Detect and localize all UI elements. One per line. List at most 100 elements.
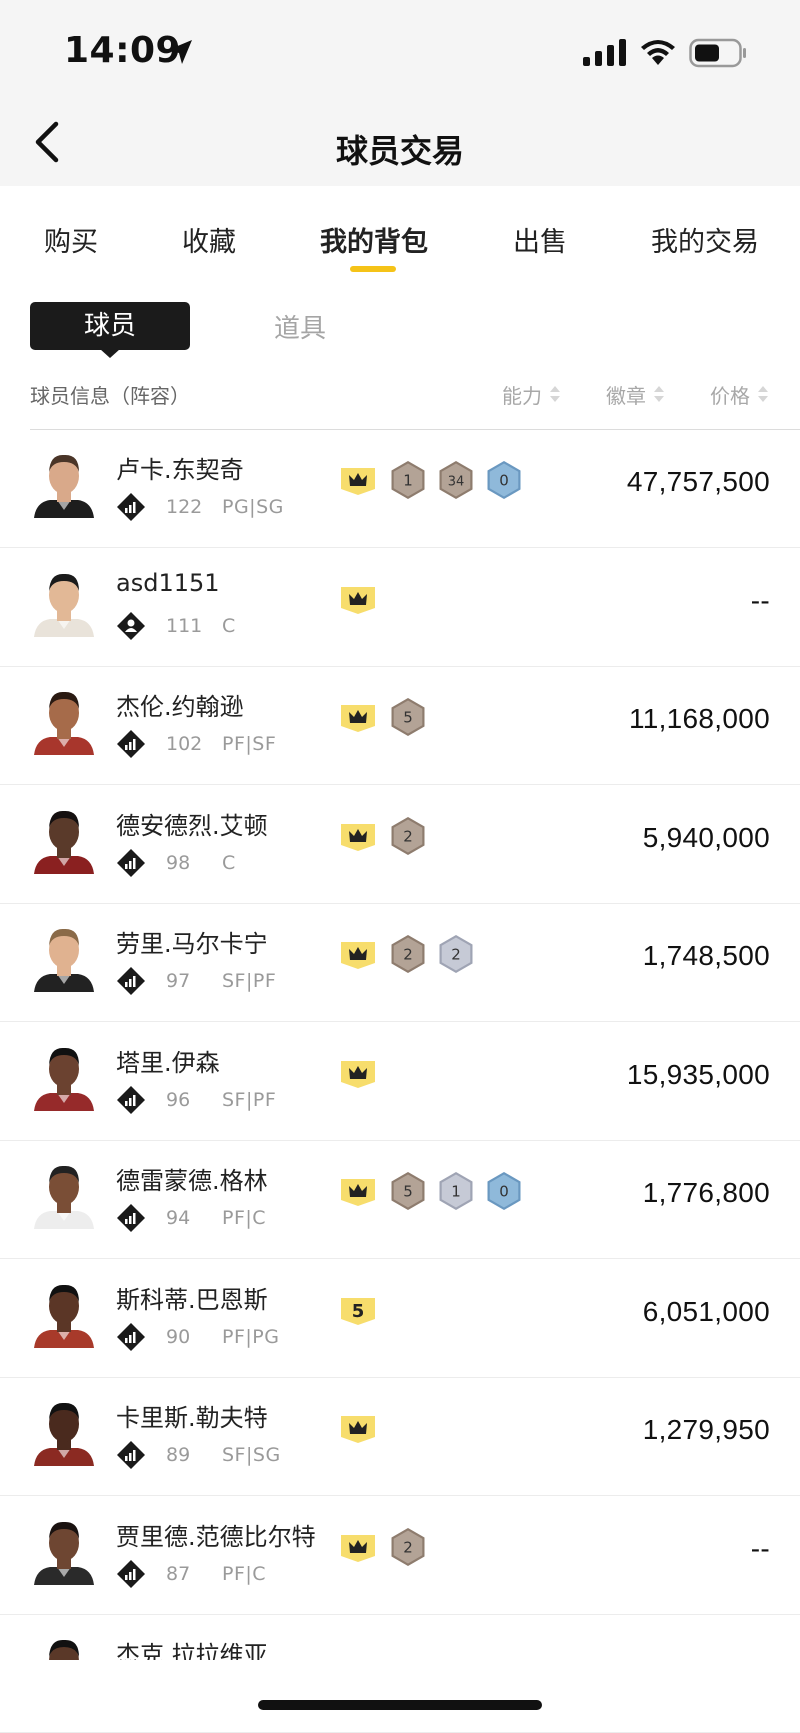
player-avatar <box>34 1284 94 1348</box>
player-row[interactable]: 贾里德.范德比尔特 87 PF|C 2 -- <box>0 1497 800 1615</box>
player-price: 47,757,500 <box>626 466 770 497</box>
player-name: 德安德烈.艾顿 <box>116 811 268 840</box>
tier-number-badge: 5 <box>341 1297 375 1325</box>
player-price: 11,168,000 <box>628 703 770 734</box>
person-icon <box>117 611 145 640</box>
active-tab-indicator <box>350 266 396 272</box>
crown-tier-icon <box>341 1534 375 1562</box>
silver-hex-badge: 1 <box>439 1172 473 1210</box>
crown-tier-icon <box>341 823 375 851</box>
player-avatar <box>34 810 94 874</box>
player-rating: 111 <box>166 614 203 637</box>
crown-tier-icon <box>341 1060 375 1088</box>
blue-hex-badge: 0 <box>487 461 521 499</box>
stats-icon <box>117 493 145 521</box>
player-avatar <box>34 691 94 755</box>
tab-buy[interactable]: 购买 <box>44 220 98 259</box>
stats-icon <box>117 1322 145 1351</box>
segment-items[interactable]: 道具 <box>274 308 326 345</box>
player-position: SF|PF <box>222 1088 277 1111</box>
player-position: PF|PG <box>222 1325 280 1348</box>
player-position: PF|SF <box>222 733 277 755</box>
stats-icon <box>117 1559 145 1588</box>
cellular-signal-icon <box>583 39 626 66</box>
player-position: PG|SG <box>222 496 284 518</box>
badge-count: 34 <box>448 475 465 490</box>
sort-price-icon[interactable] <box>757 384 769 404</box>
stats-icon <box>117 1441 145 1469</box>
player-row[interactable]: 德安德烈.艾顿 98 C 2 5,940,000 <box>0 786 800 904</box>
bronze-hex-badge: 2 <box>391 816 425 855</box>
battery-icon <box>689 38 746 68</box>
bronze-hex-badge: 34 <box>439 461 473 499</box>
stats-icon <box>117 848 145 877</box>
crown-tier-icon <box>341 1416 375 1443</box>
player-rating: 94 <box>166 1207 191 1229</box>
bronze-hex-badge: 1 <box>391 461 425 499</box>
player-rating: 98 <box>166 851 191 874</box>
tab-my-trades[interactable]: 我的交易 <box>651 220 759 259</box>
stats-icon <box>117 1085 145 1114</box>
player-price: 5,940,000 <box>642 821 770 853</box>
player-rating: 122 <box>166 496 203 518</box>
bronze-hex-badge: 2 <box>391 935 425 973</box>
player-name: asd1151 <box>116 568 220 597</box>
location-arrow-icon <box>168 40 192 64</box>
tab-bar: 购买 收藏 我的背包 出售 我的交易 <box>0 186 800 282</box>
tab-sell[interactable]: 出售 <box>513 220 567 259</box>
player-avatar <box>34 454 94 518</box>
player-rating: 89 <box>166 1444 191 1466</box>
player-avatar <box>34 1165 94 1229</box>
player-avatar <box>34 928 94 992</box>
svg-text:5: 5 <box>352 1301 365 1322</box>
player-price: -- <box>750 584 770 616</box>
player-row[interactable]: 卢卡.东契奇 122 PG|SG 1 34 0 47,757,500 <box>0 430 800 548</box>
player-price: 6,051,000 <box>642 1295 770 1327</box>
player-price: 1,748,500 <box>642 940 770 971</box>
badge-count: 2 <box>451 946 461 964</box>
badge-count: 2 <box>403 1538 413 1556</box>
player-name: 杰伦.约翰逊 <box>116 693 244 721</box>
sort-badge-icon[interactable] <box>653 384 665 404</box>
column-badge[interactable]: 徽章 <box>606 380 646 409</box>
blue-hex-badge: 0 <box>487 1172 521 1210</box>
crown-tier-icon <box>341 586 375 614</box>
player-name: 劳里.马尔卡宁 <box>116 930 268 958</box>
player-name: 斯科蒂.巴恩斯 <box>116 1285 268 1314</box>
home-indicator[interactable] <box>258 1700 542 1710</box>
page-title: 球员交易 <box>335 132 464 170</box>
header-area: 14:09 球员交易 <box>0 0 800 186</box>
player-price: 1,279,950 <box>642 1414 770 1445</box>
segment-pointer <box>100 349 120 358</box>
sort-ability-icon[interactable] <box>549 384 561 404</box>
badge-count: 2 <box>403 827 413 845</box>
player-avatar <box>34 573 94 637</box>
player-position: C <box>222 614 236 637</box>
badge-count: 0 <box>499 1183 509 1201</box>
column-ability[interactable]: 能力 <box>502 380 542 409</box>
player-row[interactable]: asd1151 111 C -- <box>0 549 800 667</box>
player-row[interactable]: 杰伦.约翰逊 102 PF|SF 5 11,168,000 <box>0 667 800 785</box>
player-name: 贾里德.范德比尔特 <box>116 1522 316 1551</box>
player-name: 德雷蒙德.格林 <box>116 1167 268 1195</box>
stats-icon <box>117 730 145 758</box>
player-row[interactable]: 斯科蒂.巴恩斯 90 PF|PG 5 6,051,000 <box>0 1260 800 1378</box>
player-row[interactable]: 德雷蒙德.格林 94 PF|C 5 1 0 1,776,800 <box>0 1141 800 1259</box>
tab-my-backpack[interactable]: 我的背包 <box>320 220 428 259</box>
player-price: -- <box>750 1532 770 1564</box>
crown-tier-icon <box>341 468 375 495</box>
player-name: 塔里.伊森 <box>116 1048 220 1077</box>
player-row[interactable]: 劳里.马尔卡宁 97 SF|PF 2 2 1,748,500 <box>0 904 800 1022</box>
segment-players[interactable]: 球员 <box>30 302 190 350</box>
player-row[interactable]: 卡里斯.勒夫特 89 SF|SG 1,279,950 <box>0 1378 800 1496</box>
player-name: 卢卡.东契奇 <box>116 456 244 484</box>
player-avatar <box>34 1047 94 1111</box>
player-row[interactable]: 塔里.伊森 96 SF|PF 15,935,000 <box>0 1023 800 1141</box>
player-rating: 96 <box>166 1088 191 1111</box>
player-position: C <box>222 851 236 874</box>
player-position: PF|C <box>222 1207 267 1229</box>
bronze-hex-badge: 5 <box>391 698 425 736</box>
tab-favorites[interactable]: 收藏 <box>182 220 236 259</box>
crown-tier-icon <box>341 942 375 969</box>
column-price[interactable]: 价格 <box>710 380 750 409</box>
